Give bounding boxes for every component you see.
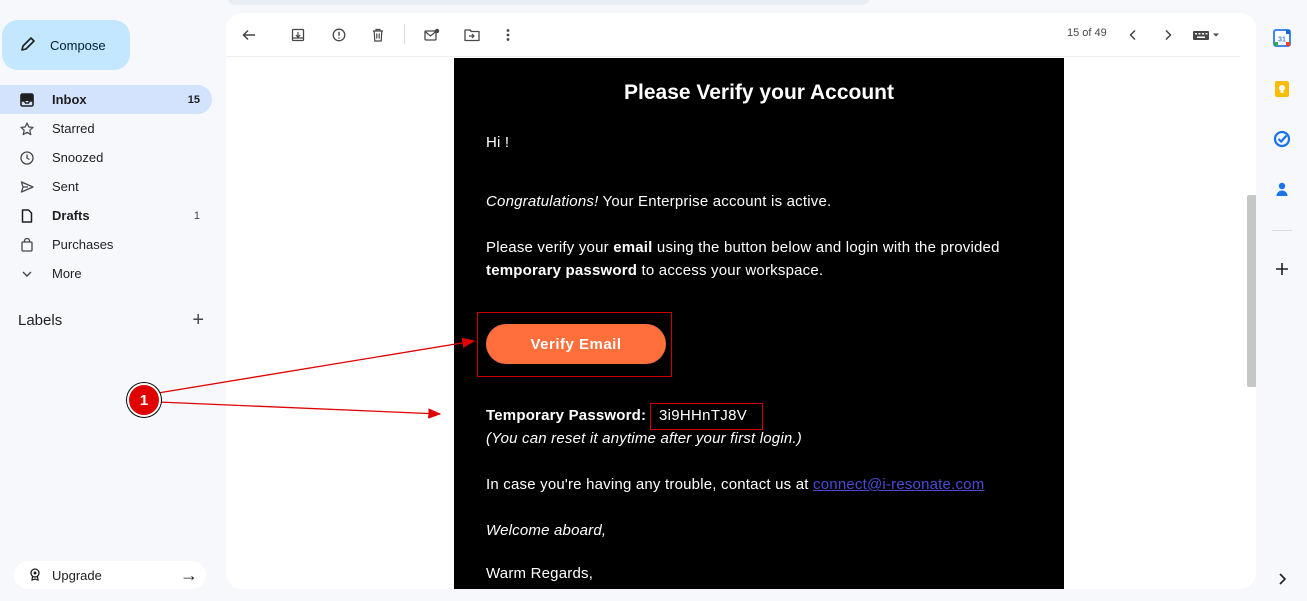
sidebar-item-label: Inbox: [52, 92, 87, 107]
draft-count: 1: [193, 209, 200, 222]
contact-line: In case you're having any trouble, conta…: [486, 473, 984, 496]
upgrade-button[interactable]: Upgrade →: [14, 561, 206, 589]
regards-line: Warm Regards,: [486, 565, 594, 582]
more-vert-icon[interactable]: [498, 25, 518, 45]
mark-unread-icon[interactable]: [422, 25, 442, 45]
back-arrow-icon[interactable]: [239, 25, 259, 45]
welcome-text: Welcome aboard,: [486, 522, 607, 539]
welcome-line: Welcome aboard,: [486, 519, 606, 542]
draft-icon: [20, 208, 34, 223]
add-app-icon[interactable]: [1273, 260, 1291, 278]
keyboard-icon[interactable]: [1190, 25, 1224, 45]
contact-text: In case you're having any trouble, conta…: [486, 476, 814, 493]
app-bar-divider: [1272, 230, 1292, 231]
sidebar-item-snoozed[interactable]: Snoozed: [0, 143, 212, 172]
contacts-icon[interactable]: [1273, 180, 1291, 198]
verify-bold-2: temporary password: [486, 262, 638, 279]
verify-text-1: Please verify your: [486, 239, 614, 256]
sidebar-item-starred[interactable]: Starred: [0, 114, 212, 143]
chevron-down-icon: [20, 267, 34, 281]
verify-text-3: to access your workspace.: [637, 262, 824, 279]
sidebar-item-label: Sent: [52, 179, 79, 194]
tasks-icon[interactable]: [1273, 130, 1291, 148]
sidebar-item-label: Drafts: [52, 208, 90, 223]
greeting: Hi !: [486, 134, 510, 151]
verify-instructions: Please verify your email using the butto…: [486, 236, 1046, 282]
chevron-right-icon[interactable]: [1158, 25, 1178, 45]
reset-note: (You can reset it anytime after your fir…: [486, 427, 802, 450]
annotation-badge: 1: [127, 383, 161, 417]
password-label-text: Temporary Password:: [486, 407, 647, 424]
congrats-line: Congratulations! Your Enterprise account…: [486, 190, 831, 213]
sidebar-item-more[interactable]: More: [0, 259, 212, 288]
archive-icon[interactable]: [288, 25, 308, 45]
labels-header: Labels +: [18, 309, 204, 331]
verify-text-2: using the button below and login with th…: [652, 239, 1000, 256]
verify-email-button[interactable]: Verify Email: [486, 324, 666, 364]
congrats-text: Your Enterprise account is active.: [598, 193, 832, 210]
sidebar-item-label: More: [52, 266, 82, 281]
svg-text:31: 31: [1278, 37, 1286, 44]
keep-icon[interactable]: [1273, 80, 1291, 98]
sidebar-item-drafts[interactable]: Drafts 1: [0, 201, 212, 230]
sidebar-item-sent[interactable]: Sent: [0, 172, 212, 201]
expand-panel-icon[interactable]: [1273, 570, 1291, 588]
toolbar-divider: [404, 24, 405, 44]
compose-label: Compose: [50, 37, 106, 53]
reading-pane: 15 of 49 Please Verify your Account Hi !…: [226, 13, 1256, 589]
sidebar-item-inbox[interactable]: Inbox 15: [0, 85, 212, 114]
add-label-icon[interactable]: +: [192, 310, 204, 330]
pagination-text: 15 of 49: [1067, 27, 1107, 39]
side-app-bar: 31: [1262, 0, 1307, 601]
congrats-emphasis: Congratulations!: [486, 193, 599, 210]
send-icon: [20, 180, 34, 194]
scrollbar-thumb[interactable]: [1247, 195, 1256, 387]
inbox-icon: [20, 92, 34, 107]
password-label: Temporary Password:: [486, 404, 646, 427]
contact-email-link[interactable]: connect@i-resonate.com: [813, 476, 984, 493]
pencil-icon: [20, 36, 36, 55]
calendar-icon[interactable]: 31: [1273, 29, 1291, 47]
report-spam-icon[interactable]: [329, 25, 349, 45]
verify-bold-1: email: [613, 239, 653, 256]
star-icon: [20, 121, 34, 136]
move-to-folder-icon[interactable]: [462, 25, 482, 45]
unread-count: 15: [187, 93, 200, 106]
reset-note-text: (You can reset it anytime after your fir…: [486, 430, 802, 447]
compose-button[interactable]: Compose: [2, 20, 130, 70]
sidebar-nav: Inbox 15 Starred Snoozed Sent Drafts 1 P…: [0, 85, 212, 288]
sidebar-item-purchases[interactable]: Purchases: [0, 230, 212, 259]
search-bar[interactable]: [228, 0, 870, 5]
sidebar-item-label: Snoozed: [52, 150, 104, 165]
chevron-left-icon[interactable]: [1123, 25, 1143, 45]
password-value: 3i9HHnTJ8V: [659, 407, 748, 424]
sidebar-item-label: Starred: [52, 121, 95, 136]
sidebar-item-label: Purchases: [52, 237, 114, 252]
message-toolbar: 15 of 49: [226, 13, 1240, 57]
badge-icon: [28, 567, 42, 584]
clock-icon: [20, 150, 34, 165]
arrow-right-icon: →: [180, 564, 198, 585]
trash-icon[interactable]: [368, 25, 388, 45]
email-title: Please Verify your Account: [624, 81, 894, 104]
upgrade-label: Upgrade: [52, 567, 102, 583]
shopping-bag-icon: [20, 237, 34, 252]
email-body: Please Verify your Account Hi ! Congratu…: [454, 58, 1064, 589]
labels-title: Labels: [18, 311, 63, 329]
